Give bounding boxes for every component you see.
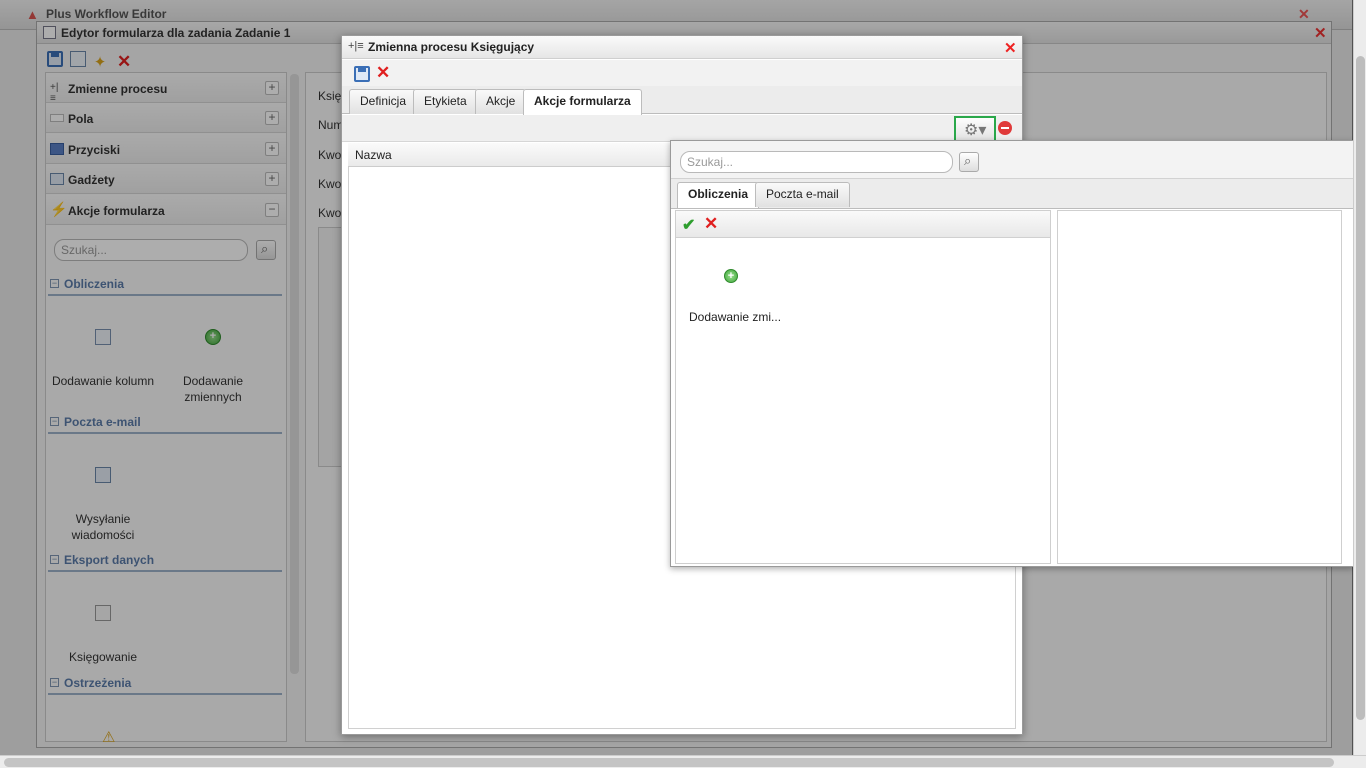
actions-list-toolbar: ✔ ✕	[676, 211, 1050, 238]
cancel-icon[interactable]: ✕	[704, 215, 718, 232]
dialog-tabs: Definicja Etykieta Akcje Akcje formularz…	[342, 86, 1022, 115]
popup-search-bar: Szukaj...	[671, 141, 1353, 179]
tab-akcje[interactable]: Akcje	[475, 89, 527, 114]
vertical-scroll-thumb[interactable]	[1356, 56, 1365, 720]
add-action-gear-button[interactable]: ⚙▾	[954, 116, 996, 142]
remove-action-icon[interactable]	[998, 121, 1012, 135]
tab-etykieta[interactable]: Etykieta	[413, 89, 478, 114]
tab-poczta-email[interactable]: Poczta e-mail	[755, 182, 850, 207]
add-variable-icon[interactable]: +	[724, 269, 738, 283]
action-picker-popup: Szukaj... Obliczenia Poczta e-mail ✔ ✕ +…	[670, 140, 1354, 567]
confirm-icon[interactable]: ✔	[682, 215, 695, 235]
vertical-scrollbar[interactable]	[1353, 0, 1366, 758]
horizontal-scroll-thumb[interactable]	[4, 758, 1334, 767]
action-details-panel	[1057, 210, 1342, 564]
tab-obliczenia[interactable]: Obliczenia	[677, 182, 760, 208]
search-icon[interactable]	[959, 152, 979, 172]
actions-list-panel: ✔ ✕ + Dodawanie zmi...	[675, 210, 1051, 564]
action-item-label[interactable]: Dodawanie zmi...	[689, 310, 781, 324]
column-nazwa[interactable]: Nazwa	[355, 148, 392, 162]
popup-search-input[interactable]: Szukaj...	[680, 151, 953, 173]
tab-akcje-formularza[interactable]: Akcje formularza	[523, 89, 642, 115]
dialog-title: Zmienna procesu Księgujący	[368, 40, 535, 54]
cancel-icon[interactable]: ✕	[376, 64, 392, 81]
dialog-close-icon[interactable]: ✕	[1004, 39, 1017, 57]
dialog-titlebar: +|≡ Zmienna procesu Księgujący ✕	[342, 36, 1022, 59]
tab-definicja[interactable]: Definicja	[349, 89, 418, 114]
gear-icon: ⚙▾	[964, 122, 987, 139]
variable-icon: +|≡	[348, 40, 364, 52]
dialog-toolbar: ✕	[342, 60, 1022, 86]
actions-toolbar: ⚙▾	[342, 115, 1022, 142]
save-icon[interactable]	[354, 66, 370, 82]
horizontal-scrollbar[interactable]	[0, 755, 1366, 768]
popup-tabs: Obliczenia Poczta e-mail	[671, 179, 1353, 209]
